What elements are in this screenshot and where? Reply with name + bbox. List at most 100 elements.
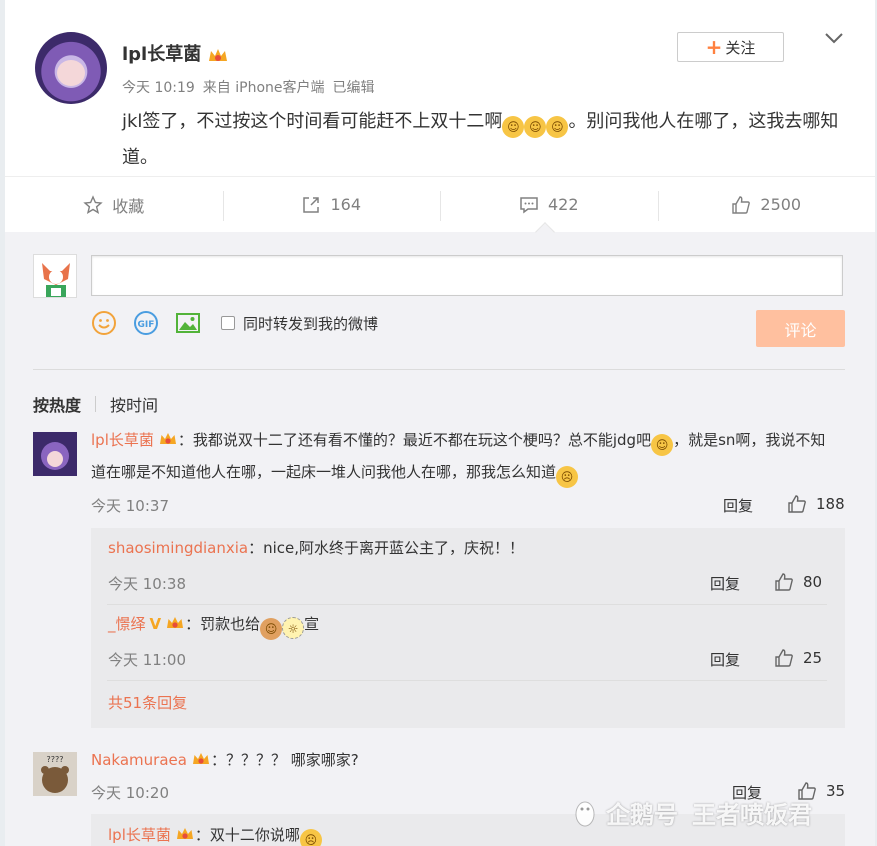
- thumbs-up-icon: [788, 495, 806, 513]
- my-avatar: [33, 254, 77, 298]
- thumbs-up-icon: [775, 649, 793, 667]
- post-source: 来自 iPhone客户端: [202, 80, 325, 96]
- post-meta: 今天 10:19 来自 iPhone客户端 已编辑: [122, 77, 383, 97]
- laugh-cry-emoji-icon: ☺: [651, 434, 674, 456]
- comment-text: Nakamuraea ：？？？？ 哪家哪家?: [91, 744, 839, 776]
- favorite-label: 收藏: [112, 196, 145, 216]
- author-name[interactable]: lpl长草菌: [122, 44, 201, 65]
- comment-section: GIF 同时转发到我的微博 评论 按热度 按时间 lpl长草菌 ：我都说双十二了还…: [5, 232, 875, 846]
- author-name-row: lpl长草菌: [122, 40, 229, 66]
- checkbox-box[interactable]: [221, 316, 235, 330]
- composer-tools: GIF 同时转发到我的微博: [91, 310, 378, 336]
- comment-like-button[interactable]: 188: [787, 494, 845, 514]
- forward-label: 同时转发到我的微博: [243, 314, 379, 333]
- chevron-down-icon[interactable]: [822, 26, 846, 50]
- weibo-card: lpl长草菌 今天 10:19 来自 iPhone客户端 已编辑 jkl签了，不过按…: [5, 0, 875, 846]
- comment-button[interactable]: 422: [440, 177, 658, 232]
- reply-like-button[interactable]: 80: [774, 572, 822, 592]
- post-text: jkl签了，不过按这个时间看可能赶不上双十二啊 ☺ ☺ ☺ 。别问我他人在哪了，这我去哪…: [122, 104, 842, 176]
- comment-avatar[interactable]: ????: [33, 752, 77, 796]
- comment-icon: [520, 196, 538, 213]
- reply-divider: [107, 604, 827, 605]
- comment-time: 今天 10:37: [91, 497, 169, 515]
- post-edited[interactable]: 已编辑: [333, 80, 375, 96]
- svg-text:GIF: GIF: [138, 320, 155, 330]
- vip-crown-icon: [192, 753, 209, 764]
- sort-time-tab[interactable]: 按时间: [110, 392, 158, 416]
- reply-button[interactable]: 回复: [710, 649, 740, 670]
- reply-button[interactable]: 回复: [710, 573, 740, 594]
- reply-text-part-b: 宣: [304, 615, 320, 633]
- watermark-author: 王者喷饭君: [692, 801, 812, 829]
- vip-crown-icon: [176, 828, 193, 839]
- submit-comment-button[interactable]: 评论: [756, 310, 845, 347]
- reply-like-count: 80: [803, 573, 823, 591]
- forward-checkbox[interactable]: 同时转发到我的微博: [221, 313, 378, 334]
- comment-count: 422: [547, 195, 579, 214]
- reply-divider: [107, 680, 827, 681]
- thumbs-up-icon: [775, 573, 793, 591]
- reply-text-body: ：双十二你说哪: [194, 826, 300, 844]
- gif-icon[interactable]: GIF: [133, 310, 159, 336]
- image-icon[interactable]: [175, 310, 201, 336]
- post: lpl长草菌 今天 10:19 来自 iPhone客户端 已编辑 jkl签了，不过按…: [5, 0, 875, 176]
- penguin-logo-icon: [575, 801, 595, 826]
- comment-user[interactable]: lpl长草菌: [91, 431, 154, 449]
- reply-text-body: ：nice,阿水终于离开蓝公主了，庆祝！！: [248, 539, 525, 557]
- sweat-emoji-icon: ☹: [556, 466, 579, 488]
- reply-user[interactable]: shaosimingdianxia: [108, 539, 248, 557]
- repost-count: 164: [330, 195, 362, 214]
- favorite-button[interactable]: 收藏: [5, 177, 223, 232]
- sweat-smile-emoji-icon: ☺: [502, 116, 525, 138]
- sweat-emoji-icon: ☹: [299, 829, 322, 846]
- reply-like-count: 25: [803, 649, 823, 667]
- divider: [33, 369, 845, 370]
- follow-label: 关注: [725, 38, 756, 57]
- action-bar: 收藏 164 422 2500: [5, 176, 875, 232]
- vip-crown-icon: [167, 617, 184, 628]
- comment-like-count: 188: [816, 495, 845, 513]
- comment-text-part-a: ：我都说双十二了还有看不懂的？最近不都在玩这个梗吗？总不能jdg吧: [177, 431, 652, 449]
- reply-button[interactable]: 回复: [723, 495, 753, 516]
- watermark: 企鹅号 王者喷饭君: [570, 795, 812, 830]
- face-emoji-icon: ☺: [260, 618, 283, 640]
- reply-text: _憬绎 V ：罚款也给 ☺ ☼ 宣: [108, 608, 828, 640]
- reply-text: shaosimingdianxia：nice,阿水终于离开蓝公主了，庆祝！！: [108, 532, 828, 564]
- repost-button[interactable]: 164: [222, 177, 441, 232]
- comment-user[interactable]: Nakamuraea: [91, 751, 187, 769]
- author-avatar[interactable]: [35, 32, 107, 104]
- reply-user[interactable]: lpl长草菌: [108, 826, 171, 844]
- comment-input[interactable]: [91, 255, 843, 296]
- laugh-cry-emoji-icon: ☺: [546, 116, 569, 138]
- post-text-part1: jkl签了，不过按这个时间看可能赶不上双十二啊: [122, 111, 503, 132]
- replies-box: shaosimingdianxia：nice,阿水终于离开蓝公主了，庆祝！！ 今…: [91, 528, 845, 728]
- star-icon: [83, 194, 103, 214]
- bear-avatar-icon: ????: [33, 752, 77, 796]
- more-replies-link[interactable]: 共51条回复: [108, 692, 187, 713]
- reply-like-button[interactable]: 25: [774, 648, 822, 668]
- vip-crown-icon: [209, 48, 228, 61]
- bulb-emoji-icon: ☼: [282, 617, 305, 639]
- v-badge-icon: V: [149, 615, 162, 633]
- laugh-cry-emoji-icon: ☺: [524, 116, 547, 138]
- reply-time: 今天 11:00: [108, 651, 186, 669]
- comment-like-count: 35: [826, 782, 846, 800]
- svg-text:????: ????: [47, 755, 64, 764]
- thumbs-up-icon: [732, 195, 751, 214]
- post-time[interactable]: 今天 10:19: [122, 80, 195, 96]
- comment-text: lpl长草菌 ：我都说双十二了还有看不懂的？最近不都在玩这个梗吗？总不能jdg吧 ☺…: [91, 424, 839, 488]
- reply-time: 今天 10:38: [108, 575, 186, 593]
- reply-user[interactable]: _憬绎: [108, 615, 146, 633]
- sort-hot-tab[interactable]: 按热度: [33, 392, 81, 416]
- sort-separator: [95, 396, 97, 412]
- like-button[interactable]: 2500: [657, 177, 876, 232]
- comment-avatar[interactable]: [33, 432, 77, 476]
- like-count: 2500: [760, 195, 802, 214]
- emoji-smile-icon[interactable]: [91, 310, 117, 336]
- fox-avatar-icon: [34, 255, 76, 297]
- plus-icon: +: [705, 35, 723, 59]
- vip-crown-icon: [159, 433, 176, 444]
- follow-button[interactable]: + 关注: [677, 32, 784, 62]
- share-icon: [303, 196, 320, 213]
- sort-tabs: 按热度 按时间: [33, 392, 158, 416]
